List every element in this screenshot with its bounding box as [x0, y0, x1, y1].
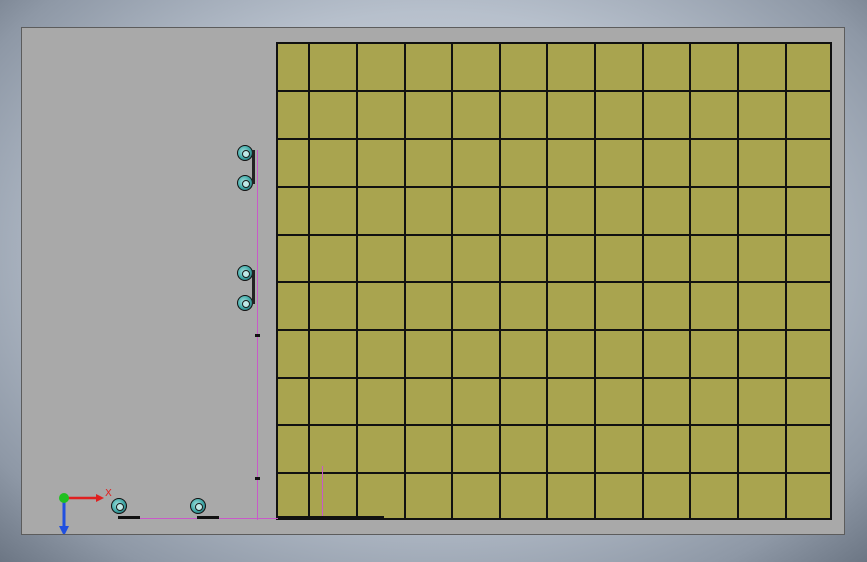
caster-wheel-icon[interactable]: [190, 498, 206, 514]
x-axis-arrowhead: [96, 494, 104, 502]
grid-row-line: [278, 424, 830, 426]
coordinate-triad: X Z: [52, 486, 112, 534]
caster-wheel-icon[interactable]: [237, 145, 253, 161]
sketch-line: [322, 466, 323, 518]
caster-bracket: [252, 270, 255, 304]
caster-bracket: [252, 150, 255, 184]
grid-row-line: [278, 186, 830, 188]
grid-row-line: [278, 90, 830, 92]
caster-wheel-icon[interactable]: [111, 498, 127, 514]
grid-row-line: [278, 138, 830, 140]
caster-wheel-icon[interactable]: [237, 295, 253, 311]
grid-row-line: [278, 472, 830, 474]
grid-panel[interactable]: [276, 42, 832, 520]
grid-row-line: [278, 329, 830, 331]
sketch-segment: [278, 516, 384, 518]
triad-axes-icon: [59, 493, 104, 534]
grid-row-line: [278, 281, 830, 283]
sketch-point: [255, 477, 260, 480]
caster-wheel-icon[interactable]: [237, 265, 253, 281]
sketch-point: [255, 334, 260, 337]
caster-base: [197, 516, 219, 519]
grid-row-line: [278, 234, 830, 236]
y-axis-point: [59, 493, 69, 503]
grid-row-line: [278, 377, 830, 379]
caster-wheel-icon[interactable]: [237, 175, 253, 191]
x-axis-label: X: [105, 488, 112, 499]
caster-base: [118, 516, 140, 519]
graphics-viewport[interactable]: X Z: [21, 27, 845, 535]
